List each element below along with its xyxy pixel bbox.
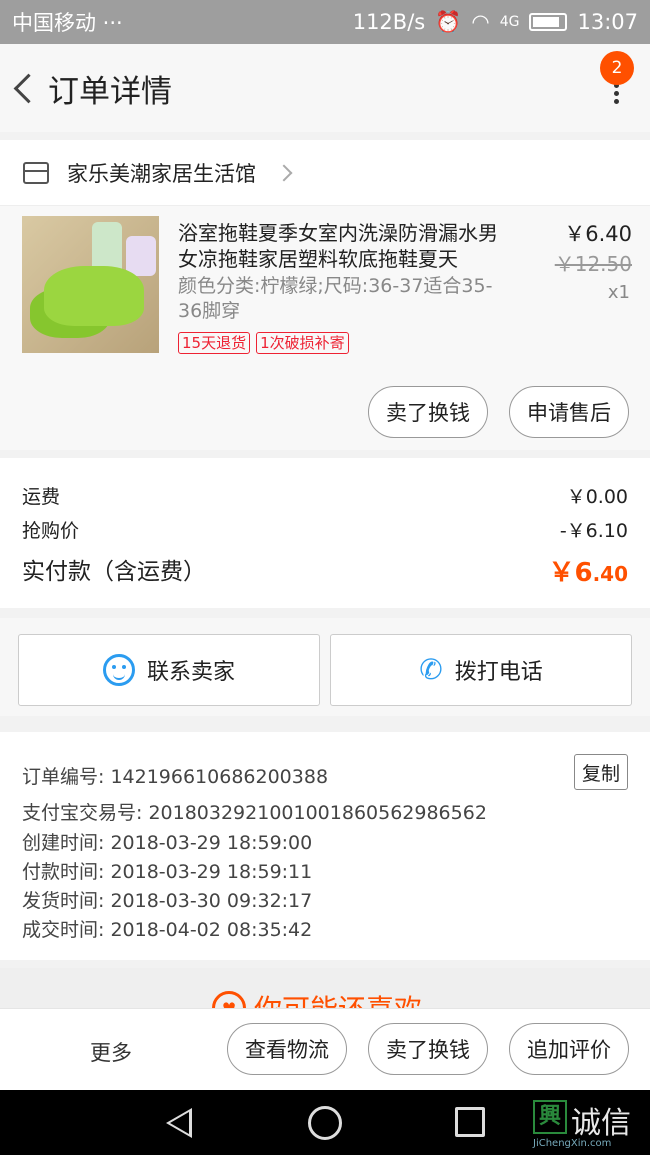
total-value: ￥6.40: [548, 558, 628, 588]
service-tags: 15天退货 1次破损补寄: [178, 332, 349, 354]
network-speed: 112B/s: [352, 10, 426, 34]
page-title: 订单详情: [48, 73, 172, 110]
nav-header: 订单详情: [0, 44, 650, 132]
shipping-value: ￥0.00: [566, 486, 628, 508]
item-price: ￥6.40: [564, 222, 632, 246]
product-title[interactable]: 浴室拖鞋夏季女室内洗澡防滑漏水男女凉拖鞋家居塑料软底拖鞋夏天: [178, 220, 508, 272]
shipping-label: 运费: [22, 486, 61, 508]
order-item: 浴室拖鞋夏季女室内洗澡防滑漏水男女凉拖鞋家居塑料软底拖鞋夏天 颜色分类:柠檬绿;…: [0, 206, 650, 450]
copy-button[interactable]: 复制: [574, 754, 628, 790]
call-label: 拨打电话: [454, 660, 543, 685]
signal-icon: 4G: [499, 14, 520, 30]
contact-seller-label: 联系卖家: [146, 660, 235, 685]
order-info: 订单编号: 142196610686200388 复制 支付宝交易号: 2018…: [0, 732, 650, 960]
watermark-logo-icon: 興: [533, 1100, 567, 1134]
return-tag: 15天退货: [178, 332, 251, 354]
sell-button-bottom[interactable]: 卖了换钱: [368, 1023, 488, 1075]
shop-name: 家乐美潮家居生活馆: [67, 161, 256, 186]
carrier-label: 中国移动 ···: [12, 11, 123, 35]
watermark: 興 诚信 JiChengXin.com: [533, 1100, 650, 1152]
completed-time: 成交时间: 2018-04-02 08:35:42: [22, 919, 313, 941]
nav-back-icon[interactable]: [166, 1108, 192, 1138]
cost-summary: 运费 ￥0.00 抢购价 -￥6.10 实付款（含运费） ￥6.40: [0, 458, 650, 608]
add-review-button[interactable]: 追加评价: [509, 1023, 629, 1075]
clock: 13:07: [577, 10, 638, 34]
damage-tag: 1次破损补寄: [256, 332, 349, 354]
discount-value: -￥6.10: [559, 520, 628, 542]
after-sale-button[interactable]: 申请售后: [509, 386, 629, 438]
wifi-icon: ◠: [471, 10, 490, 34]
recommendation-title: 你可能还喜欢: [254, 988, 422, 1008]
chevron-right-icon: [275, 164, 293, 181]
action-bar: 更多 查看物流 卖了换钱 追加评价: [0, 1008, 650, 1090]
notification-badge: 2: [600, 51, 634, 85]
product-spec: 颜色分类:柠檬绿;尺码:36-37适合35-36脚穿: [178, 275, 493, 322]
created-time: 创建时间: 2018-03-29 18:59:00: [22, 832, 313, 854]
paid-time: 付款时间: 2018-03-29 18:59:11: [22, 861, 313, 883]
store-icon: [23, 161, 49, 184]
discount-label: 抢购价: [22, 520, 80, 542]
call-button[interactable]: ✆ 拨打电话: [330, 634, 632, 706]
heart-icon: ♥: [212, 991, 246, 1008]
shop-row[interactable]: 家乐美潮家居生活馆: [0, 140, 650, 206]
contact-section: 联系卖家 ✆ 拨打电话: [0, 618, 650, 716]
watermark-sub: JiChengXin.com: [533, 1138, 612, 1149]
order-number: 订单编号: 142196610686200388: [22, 766, 329, 788]
shipped-time: 发货时间: 2018-03-30 09:32:17: [22, 890, 313, 912]
total-label: 实付款（含运费）: [22, 559, 206, 585]
status-bar: 中国移动 ··· 112B/s ⏰ ◠ 4G 13:07: [0, 0, 650, 44]
item-original-price: ￥12.50: [554, 252, 632, 276]
alarm-icon: ⏰: [435, 9, 462, 34]
product-image[interactable]: [22, 216, 159, 353]
watermark-brand: 诚信: [571, 1106, 631, 1141]
alipay-number: 支付宝交易号: 2018032921001001860562986562: [22, 802, 487, 824]
recommendation-header: ♥ 你可能还喜欢: [0, 968, 650, 1008]
item-quantity: x1: [607, 282, 630, 303]
logistics-button[interactable]: 查看物流: [227, 1023, 347, 1075]
battery-icon: [529, 13, 568, 31]
more-button[interactable]: 更多: [90, 1037, 132, 1067]
back-icon[interactable]: [6, 58, 46, 118]
nav-recent-icon[interactable]: [455, 1107, 485, 1137]
chat-icon: [102, 654, 135, 686]
phone-icon: ✆: [419, 653, 443, 686]
sell-button[interactable]: 卖了换钱: [368, 386, 488, 438]
contact-seller-button[interactable]: 联系卖家: [18, 634, 320, 706]
nav-home-icon[interactable]: [308, 1106, 342, 1140]
